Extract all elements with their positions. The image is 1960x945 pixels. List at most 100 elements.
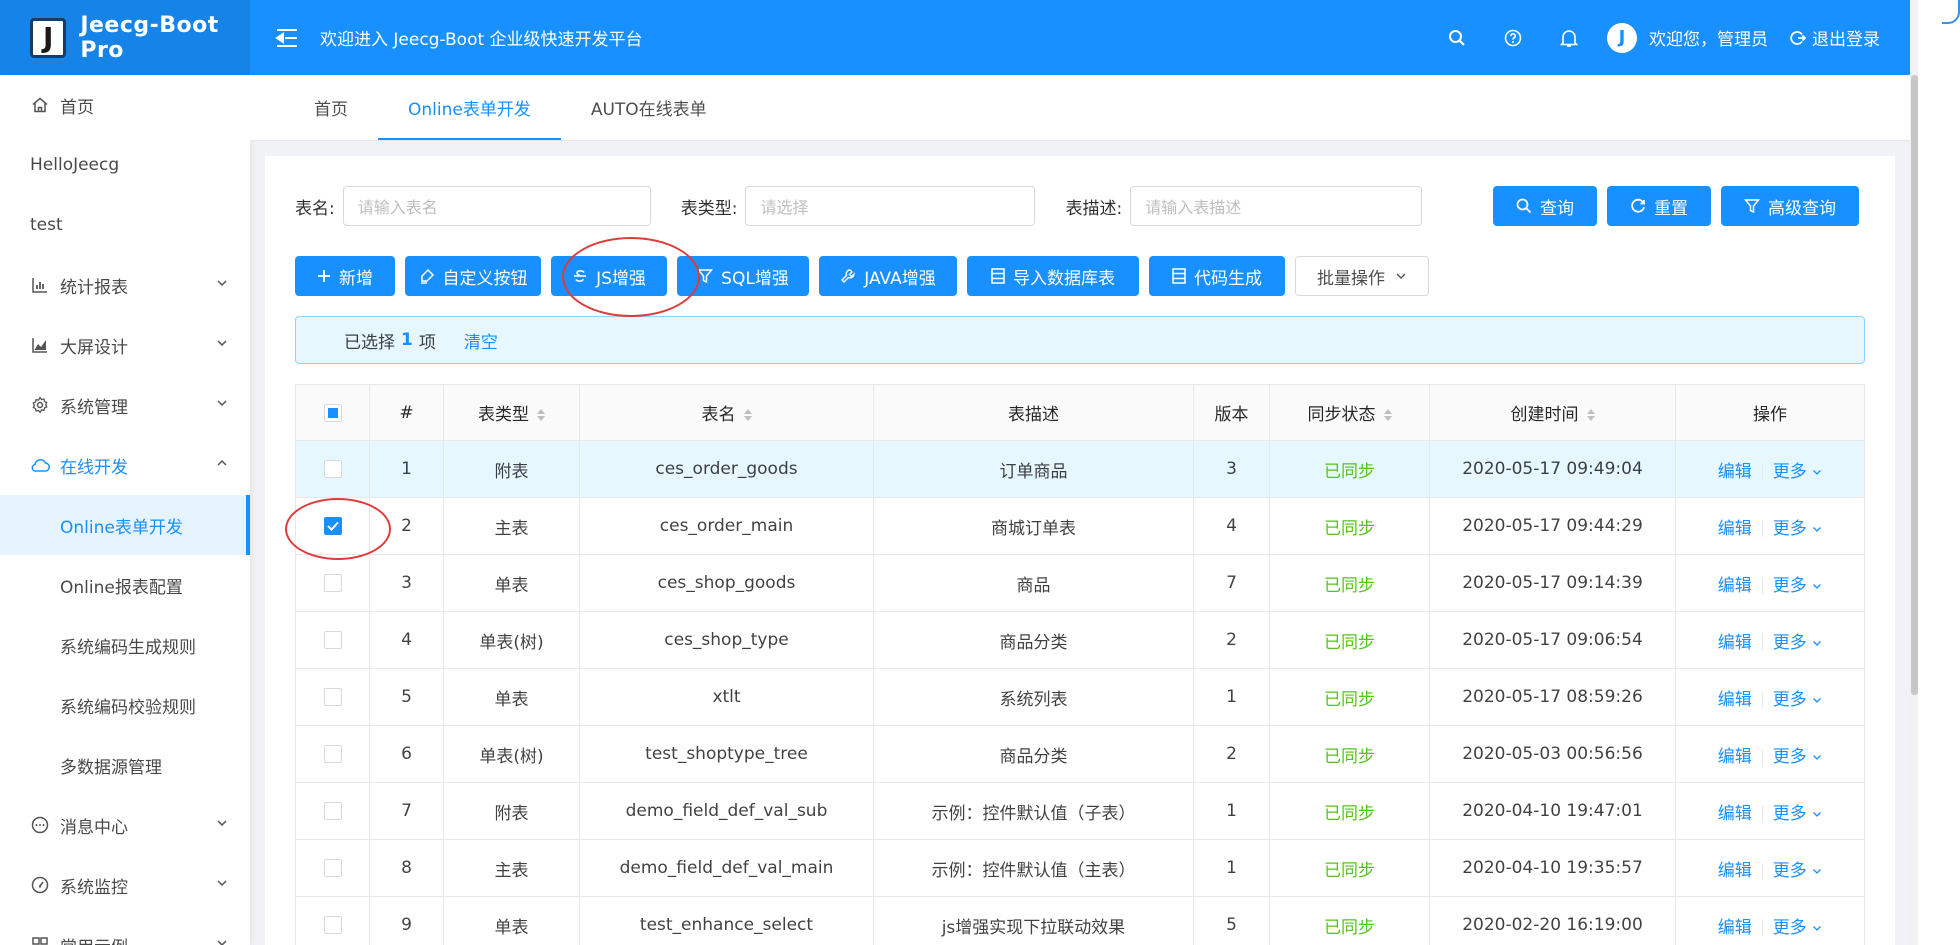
table-row[interactable]: 2 主表 ces_order_main 商城订单表 4 已同步 2020-05-17 09:… xyxy=(295,497,1865,555)
edit-link[interactable]: 编辑 xyxy=(1718,747,1752,767)
edit-link[interactable]: 编辑 xyxy=(1718,861,1752,881)
table-row[interactable]: 1 附表 ces_order_goods 订单商品 3 已同步 2020-05-17 09:… xyxy=(295,440,1865,498)
tab-home[interactable]: 首页 xyxy=(284,74,378,140)
brand[interactable]: J Jeecg-Boot Pro xyxy=(0,0,250,75)
row-checkbox[interactable] xyxy=(323,631,342,649)
more-dropdown[interactable]: 更多 xyxy=(1773,576,1822,596)
more-dropdown[interactable]: 更多 xyxy=(1773,690,1822,710)
sort-icon xyxy=(1383,409,1392,421)
sidebar-item-home[interactable]: 首页 xyxy=(0,75,250,135)
row-table-name: ces_shop_goods xyxy=(579,554,874,612)
sql-enhance-button[interactable]: SQL增强 xyxy=(677,256,809,296)
edit-link[interactable]: 编辑 xyxy=(1718,576,1752,596)
table-row[interactable]: 7 附表 demo_field_def_val_sub 示例：控件默认值（子表） 1 已同… xyxy=(295,782,1865,840)
row-table-type: 主表 xyxy=(443,497,580,555)
row-checkbox[interactable] xyxy=(323,802,342,820)
edit-link[interactable]: 编辑 xyxy=(1718,633,1752,653)
header-table-name[interactable]: 表名 xyxy=(579,384,874,441)
edit-link[interactable]: 编辑 xyxy=(1718,519,1752,539)
more-label: 更多 xyxy=(1772,632,1807,653)
add-button[interactable]: 新增 xyxy=(295,256,395,296)
bar-chart-icon xyxy=(30,275,50,295)
java-enhance-button[interactable]: JAVA增强 xyxy=(819,256,957,296)
more-dropdown[interactable]: 更多 xyxy=(1773,519,1822,539)
more-dropdown[interactable]: 更多 xyxy=(1773,462,1822,482)
sidebar-item-online-form[interactable]: Online表单开发 xyxy=(0,495,250,555)
batch-operation-dropdown[interactable]: 批量操作 xyxy=(1295,256,1429,296)
notification-button[interactable] xyxy=(1541,0,1597,75)
row-checkbox[interactable] xyxy=(323,574,342,592)
row-checkbox[interactable] xyxy=(323,859,342,877)
sidebar-item-test[interactable]: test xyxy=(0,195,250,255)
row-checkbox[interactable] xyxy=(323,688,342,706)
avatar: J xyxy=(1607,22,1637,53)
more-dropdown[interactable]: 更多 xyxy=(1773,747,1822,767)
sidebar-item-message[interactable]: 消息中心 xyxy=(0,795,250,855)
page-scrollbar[interactable] xyxy=(1910,0,1960,945)
more-dropdown[interactable]: 更多 xyxy=(1773,633,1822,653)
select-all-checkbox[interactable] xyxy=(323,403,342,422)
row-select-cell xyxy=(295,725,370,783)
sidebar-item-datasource[interactable]: 多数据源管理 xyxy=(0,735,250,795)
table-row[interactable]: 8 主表 demo_field_def_val_main 示例：控件默认值（主表） 1 已… xyxy=(295,839,1865,897)
code-gen-button[interactable]: 代码生成 xyxy=(1149,256,1285,296)
chevron-down-icon xyxy=(217,940,227,945)
table-row[interactable]: 9 单表 test_enhance_select js增强实现下拉联动效果 5 已同步 20… xyxy=(295,896,1865,945)
scroll-thumb[interactable] xyxy=(1911,75,1918,695)
table-row[interactable]: 4 单表(树) ces_shop_type 商品分类 2 已同步 2020-05-17 09… xyxy=(295,611,1865,669)
edit-link[interactable]: 编辑 xyxy=(1718,804,1752,824)
row-checkbox[interactable] xyxy=(323,517,342,535)
header-sync-status[interactable]: 同步状态 xyxy=(1269,384,1430,441)
sidebar-item-bigscreen[interactable]: 大屏设计 xyxy=(0,315,250,375)
edit-link[interactable]: 编辑 xyxy=(1718,462,1752,482)
sidebar-item-code-check-rule[interactable]: 系统编码校验规则 xyxy=(0,675,250,735)
header-create-time[interactable]: 创建时间 xyxy=(1429,384,1676,441)
more-dropdown[interactable]: 更多 xyxy=(1773,804,1822,824)
sidebar-item-hellojeecg[interactable]: HelloJeecg xyxy=(0,135,250,195)
table-name-input[interactable]: 请输入表名 xyxy=(342,186,651,226)
row-table-name: test_enhance_select xyxy=(579,896,874,945)
header-table-type[interactable]: 表类型 xyxy=(443,384,580,441)
advanced-query-button[interactable]: 高级查询 xyxy=(1721,186,1859,226)
row-checkbox[interactable] xyxy=(323,916,342,934)
logout-button[interactable]: 退出登录 xyxy=(1790,25,1880,50)
sidebar-item-code-gen-rule[interactable]: 系统编码生成规则 xyxy=(0,615,250,675)
sidebar-item-online-report[interactable]: Online报表配置 xyxy=(0,555,250,615)
row-checkbox[interactable] xyxy=(323,745,342,763)
tab-auto-form[interactable]: AUTO在线表单 xyxy=(561,74,737,140)
search-button[interactable]: 查询 xyxy=(1493,186,1597,226)
more-dropdown[interactable]: 更多 xyxy=(1773,918,1822,938)
row-checkbox[interactable] xyxy=(323,460,342,478)
sidebar-item-label: 消息中心 xyxy=(60,817,128,838)
reset-button[interactable]: 重置 xyxy=(1607,186,1711,226)
header-search-button[interactable] xyxy=(1429,0,1485,75)
custom-button-button[interactable]: 自定义按钮 xyxy=(405,256,541,296)
menu-fold-button[interactable] xyxy=(272,23,302,53)
edit-link[interactable]: 编辑 xyxy=(1718,690,1752,710)
chevron-down-icon xyxy=(217,820,227,827)
table-desc-input[interactable]: 请输入表描述 xyxy=(1130,186,1423,226)
sort-icon xyxy=(743,409,752,421)
table-row[interactable]: 5 单表 xtlt 系统列表 1 已同步 2020-05-17 08:59:26 编辑 更多 xyxy=(295,668,1865,726)
sidebar-item-monitor[interactable]: 系统监控 xyxy=(0,855,250,915)
help-button[interactable] xyxy=(1485,0,1541,75)
sidebar-item-online-dev[interactable]: 在线开发 xyxy=(0,435,250,495)
tab-online-form[interactable]: Online表单开发 xyxy=(378,74,561,140)
clear-selection-link[interactable]: 清空 xyxy=(464,328,498,353)
plus-icon xyxy=(318,270,330,282)
sidebar-item-reports[interactable]: 统计报表 xyxy=(0,255,250,315)
table-row[interactable]: 3 单表 ces_shop_goods 商品 7 已同步 2020-05-17 09:14:… xyxy=(295,554,1865,612)
add-button-label: 新增 xyxy=(339,268,373,289)
user-menu[interactable]: J 欢迎您，管理员 xyxy=(1607,22,1768,53)
edit-link[interactable]: 编辑 xyxy=(1718,918,1752,938)
import-db-button[interactable]: 导入数据库表 xyxy=(967,256,1139,296)
sidebar-item-label: Online报表配置 xyxy=(60,577,183,598)
table-row[interactable]: 6 单表(树) test_shoptype_tree 商品分类 2 已同步 2020-05-… xyxy=(295,725,1865,783)
table-type-select[interactable]: 请选择 xyxy=(745,186,1036,226)
more-dropdown[interactable]: 更多 xyxy=(1773,861,1822,881)
chevron-down-icon xyxy=(217,340,227,347)
sidebar-item-examples[interactable]: 常用示例 xyxy=(0,915,250,945)
js-enhance-button[interactable]: JS增强 xyxy=(551,256,667,296)
sidebar-item-system[interactable]: 系统管理 xyxy=(0,375,250,435)
header-label: 创建时间 xyxy=(1510,405,1579,425)
